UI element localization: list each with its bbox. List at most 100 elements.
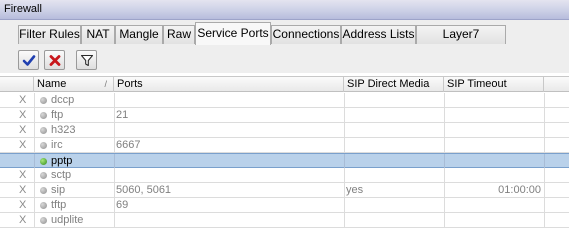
service-name: sctp (51, 169, 72, 181)
column-separator (344, 198, 345, 212)
header-name-label: Name (37, 78, 67, 90)
column-separator (544, 154, 545, 168)
header-flag[interactable] (0, 77, 34, 92)
disabled-flag: X (19, 109, 27, 121)
column-separator (544, 138, 545, 152)
filter-icon (80, 54, 94, 67)
tab-service-ports[interactable]: Service Ports (195, 22, 271, 45)
table-header: Name / Ports SIP Direct Media SIP Timeou… (0, 76, 569, 92)
service-name: pptp (51, 155, 73, 167)
header-name[interactable]: Name / (34, 77, 114, 92)
column-separator (344, 93, 345, 107)
column-separator (34, 93, 35, 107)
tab-layer7-protocols[interactable]: Layer7 Protocols (416, 25, 506, 58)
service-ports: 21 (116, 109, 129, 121)
disabled-flag: X (19, 214, 27, 226)
window-title: Firewall (4, 3, 42, 15)
column-separator (34, 183, 35, 197)
table-row[interactable]: Xh323 (0, 123, 569, 138)
disabled-flag: X (19, 139, 27, 151)
header-sip-direct-media[interactable]: SIP Direct Media (344, 77, 444, 92)
tab-filter-rules[interactable]: Filter Rules (18, 25, 81, 44)
disabled-flag: X (19, 124, 27, 136)
sip-timeout (446, 108, 541, 122)
tab-nat[interactable]: NAT (81, 25, 115, 44)
service-name: dccp (51, 94, 75, 106)
column-separator (114, 154, 115, 168)
column-separator (344, 154, 345, 168)
disabled-flag: X (19, 199, 27, 211)
sip-timeout (446, 154, 541, 168)
column-separator (114, 93, 115, 107)
service-ports: 5060, 5061 (116, 184, 172, 196)
table-row[interactable]: Xsctp (0, 168, 569, 183)
disabled-status-icon (40, 142, 47, 149)
column-separator (34, 198, 35, 212)
service-name: ftp (51, 109, 64, 121)
column-separator (444, 154, 445, 168)
column-separator (34, 123, 35, 137)
disabled-flag (19, 154, 29, 168)
column-separator (34, 138, 35, 152)
sip-timeout (446, 123, 541, 137)
column-separator (34, 168, 35, 182)
column-separator (34, 154, 35, 168)
column-separator (544, 183, 545, 197)
disabled-status-icon (40, 202, 47, 209)
table-row[interactable]: Xirc 6667 (0, 138, 569, 153)
column-separator (344, 168, 345, 182)
tab-connections[interactable]: Connections (271, 25, 341, 44)
table-row[interactable]: Xtftp 69 (0, 198, 569, 213)
service-ports: 69 (116, 199, 129, 211)
disabled-status-icon (40, 172, 47, 179)
column-separator (114, 138, 115, 152)
column-separator (544, 108, 545, 122)
tab-raw[interactable]: Raw (163, 25, 195, 44)
sip-timeout: 01:00:00 (498, 184, 541, 196)
table-row[interactable]: Xsip 5060, 5061 yes 01:00:00 (0, 183, 569, 198)
column-separator (544, 198, 545, 212)
tab-strip: Filter Rules NAT Mangle Raw Service Port… (0, 20, 569, 65)
table-row[interactable]: Xudplite (0, 213, 569, 228)
column-separator (444, 198, 445, 212)
sip-timeout (446, 213, 541, 227)
header-ports[interactable]: Ports (114, 77, 344, 92)
service-name: udplite (51, 214, 84, 226)
filter-button[interactable] (76, 50, 97, 70)
sip-timeout (446, 198, 541, 212)
column-separator (544, 213, 545, 227)
sip-timeout (446, 138, 541, 152)
toolbar (0, 46, 569, 73)
enable-button[interactable] (18, 50, 39, 70)
tab-mangle[interactable]: Mangle (115, 25, 163, 44)
sort-indicator: / (104, 79, 107, 89)
column-separator (34, 213, 35, 227)
service-ports: 6667 (116, 139, 141, 151)
sip-timeout (446, 168, 541, 182)
column-separator (114, 123, 115, 137)
disabled-status-icon (40, 187, 47, 194)
service-ports-table: Name / Ports SIP Direct Media SIP Timeou… (0, 76, 569, 252)
disabled-flag: X (19, 94, 27, 106)
column-separator (544, 168, 545, 182)
column-separator (444, 123, 445, 137)
table-row[interactable]: Xdccp (0, 93, 569, 108)
column-separator (114, 183, 115, 197)
column-separator (444, 138, 445, 152)
table-row[interactable]: Xftp 21 (0, 108, 569, 123)
column-separator (444, 93, 445, 107)
column-separator (34, 108, 35, 122)
table-row[interactable]: pptp (0, 153, 569, 168)
sip-timeout (446, 93, 541, 107)
column-separator (114, 108, 115, 122)
tab-address-lists[interactable]: Address Lists (341, 25, 416, 44)
disable-button[interactable] (44, 50, 65, 70)
column-separator (114, 198, 115, 212)
column-separator (344, 123, 345, 137)
enabled-status-icon (40, 158, 47, 165)
column-separator (544, 93, 545, 107)
column-separator (444, 108, 445, 122)
column-separator (344, 108, 345, 122)
header-sip-timeout[interactable]: SIP Timeout (444, 77, 544, 92)
column-separator (114, 168, 115, 182)
